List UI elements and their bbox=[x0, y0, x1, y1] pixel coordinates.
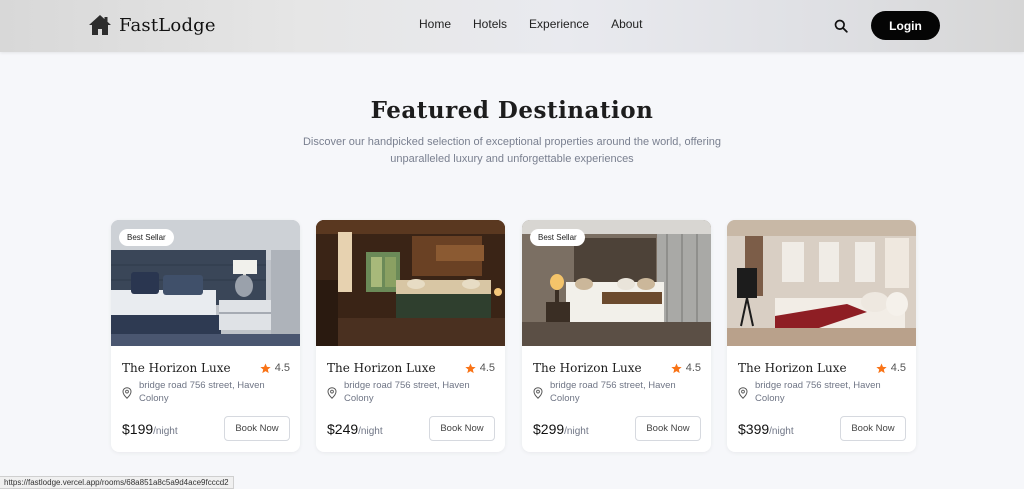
price-value: $199 bbox=[122, 421, 154, 437]
rating-value: 4.5 bbox=[274, 362, 290, 374]
star-icon bbox=[260, 362, 271, 373]
login-button[interactable]: Login bbox=[871, 11, 940, 40]
hotel-card[interactable]: The Horizon Luxe 4.5 bridge road 756 str… bbox=[727, 220, 916, 452]
nav-home[interactable]: Home bbox=[419, 17, 451, 31]
hotel-location: bridge road 756 street, Haven Colony bbox=[533, 379, 690, 405]
hotel-location: bridge road 756 street, Haven Colony bbox=[738, 379, 895, 405]
price-unit: /night bbox=[358, 426, 383, 437]
hotel-location: bridge road 756 street, Haven Colony bbox=[122, 379, 279, 405]
hotel-image[interactable]: Best Sellar bbox=[111, 220, 300, 346]
rating-value: 4.5 bbox=[479, 362, 495, 374]
map-pin-icon bbox=[738, 387, 748, 399]
hotel-card[interactable]: The Horizon Luxe 4.5 bridge road 756 str… bbox=[316, 220, 505, 452]
rating: 4.5 bbox=[671, 362, 701, 374]
price: $299 /night bbox=[533, 421, 589, 437]
rating: 4.5 bbox=[465, 362, 495, 374]
section-title: Featured Destination bbox=[370, 97, 654, 124]
brand-name: FastLodge bbox=[119, 14, 216, 36]
hotel-name: The Horizon Luxe bbox=[327, 361, 436, 375]
best-seller-badge: Best Sellar bbox=[119, 229, 174, 246]
book-now-button[interactable]: Book Now bbox=[840, 416, 906, 441]
price-unit: /night bbox=[564, 426, 589, 437]
star-icon bbox=[671, 362, 682, 373]
nav-about[interactable]: About bbox=[611, 17, 642, 31]
price-value: $299 bbox=[533, 421, 565, 437]
top-navbar: FastLodge Home Hotels Experience About L… bbox=[0, 0, 1024, 52]
hotel-image[interactable] bbox=[727, 220, 916, 346]
nav-experience[interactable]: Experience bbox=[529, 17, 589, 31]
price: $249 /night bbox=[327, 421, 383, 437]
book-now-button[interactable]: Book Now bbox=[224, 416, 290, 441]
map-pin-icon bbox=[122, 387, 132, 399]
location-text: bridge road 756 street, Haven Colony bbox=[755, 380, 881, 404]
hotel-location: bridge road 756 street, Haven Colony bbox=[327, 379, 484, 405]
price-unit: /night bbox=[153, 426, 178, 437]
hotel-card[interactable]: Best Sellar The Horizon Luxe 4.5 bridge … bbox=[111, 220, 300, 452]
book-now-button[interactable]: Book Now bbox=[635, 416, 701, 441]
section-subtitle: Discover our handpicked selection of exc… bbox=[302, 136, 722, 165]
star-icon bbox=[465, 362, 476, 373]
rating-value: 4.5 bbox=[685, 362, 701, 374]
location-text: bridge road 756 street, Haven Colony bbox=[344, 380, 470, 404]
price: $399 /night bbox=[738, 421, 794, 437]
hotel-image[interactable] bbox=[316, 220, 505, 346]
hotel-card[interactable]: Best Sellar The Horizon Luxe 4.5 bridge … bbox=[522, 220, 711, 452]
rating: 4.5 bbox=[876, 362, 906, 374]
hotel-name: The Horizon Luxe bbox=[122, 361, 231, 375]
map-pin-icon bbox=[533, 387, 543, 399]
price-unit: /night bbox=[769, 426, 794, 437]
status-bar-url: https://fastlodge.vercel.app/rooms/68a85… bbox=[0, 476, 234, 489]
hotel-name: The Horizon Luxe bbox=[533, 361, 642, 375]
nav-hotels[interactable]: Hotels bbox=[473, 17, 507, 31]
brand-logo[interactable]: FastLodge bbox=[88, 12, 216, 38]
hotel-image[interactable]: Best Sellar bbox=[522, 220, 711, 346]
book-now-button[interactable]: Book Now bbox=[429, 416, 495, 441]
star-icon bbox=[876, 362, 887, 373]
search-icon[interactable] bbox=[834, 19, 848, 33]
main-nav: Home Hotels Experience About bbox=[419, 17, 642, 31]
rating-value: 4.5 bbox=[890, 362, 906, 374]
home-icon bbox=[89, 15, 111, 35]
hotel-name: The Horizon Luxe bbox=[738, 361, 847, 375]
best-seller-badge: Best Sellar bbox=[530, 229, 585, 246]
location-text: bridge road 756 street, Haven Colony bbox=[139, 380, 265, 404]
price-value: $399 bbox=[738, 421, 770, 437]
rating: 4.5 bbox=[260, 362, 290, 374]
map-pin-icon bbox=[327, 387, 337, 399]
price-value: $249 bbox=[327, 421, 359, 437]
price: $199 /night bbox=[122, 421, 178, 437]
location-text: bridge road 756 street, Haven Colony bbox=[550, 380, 676, 404]
